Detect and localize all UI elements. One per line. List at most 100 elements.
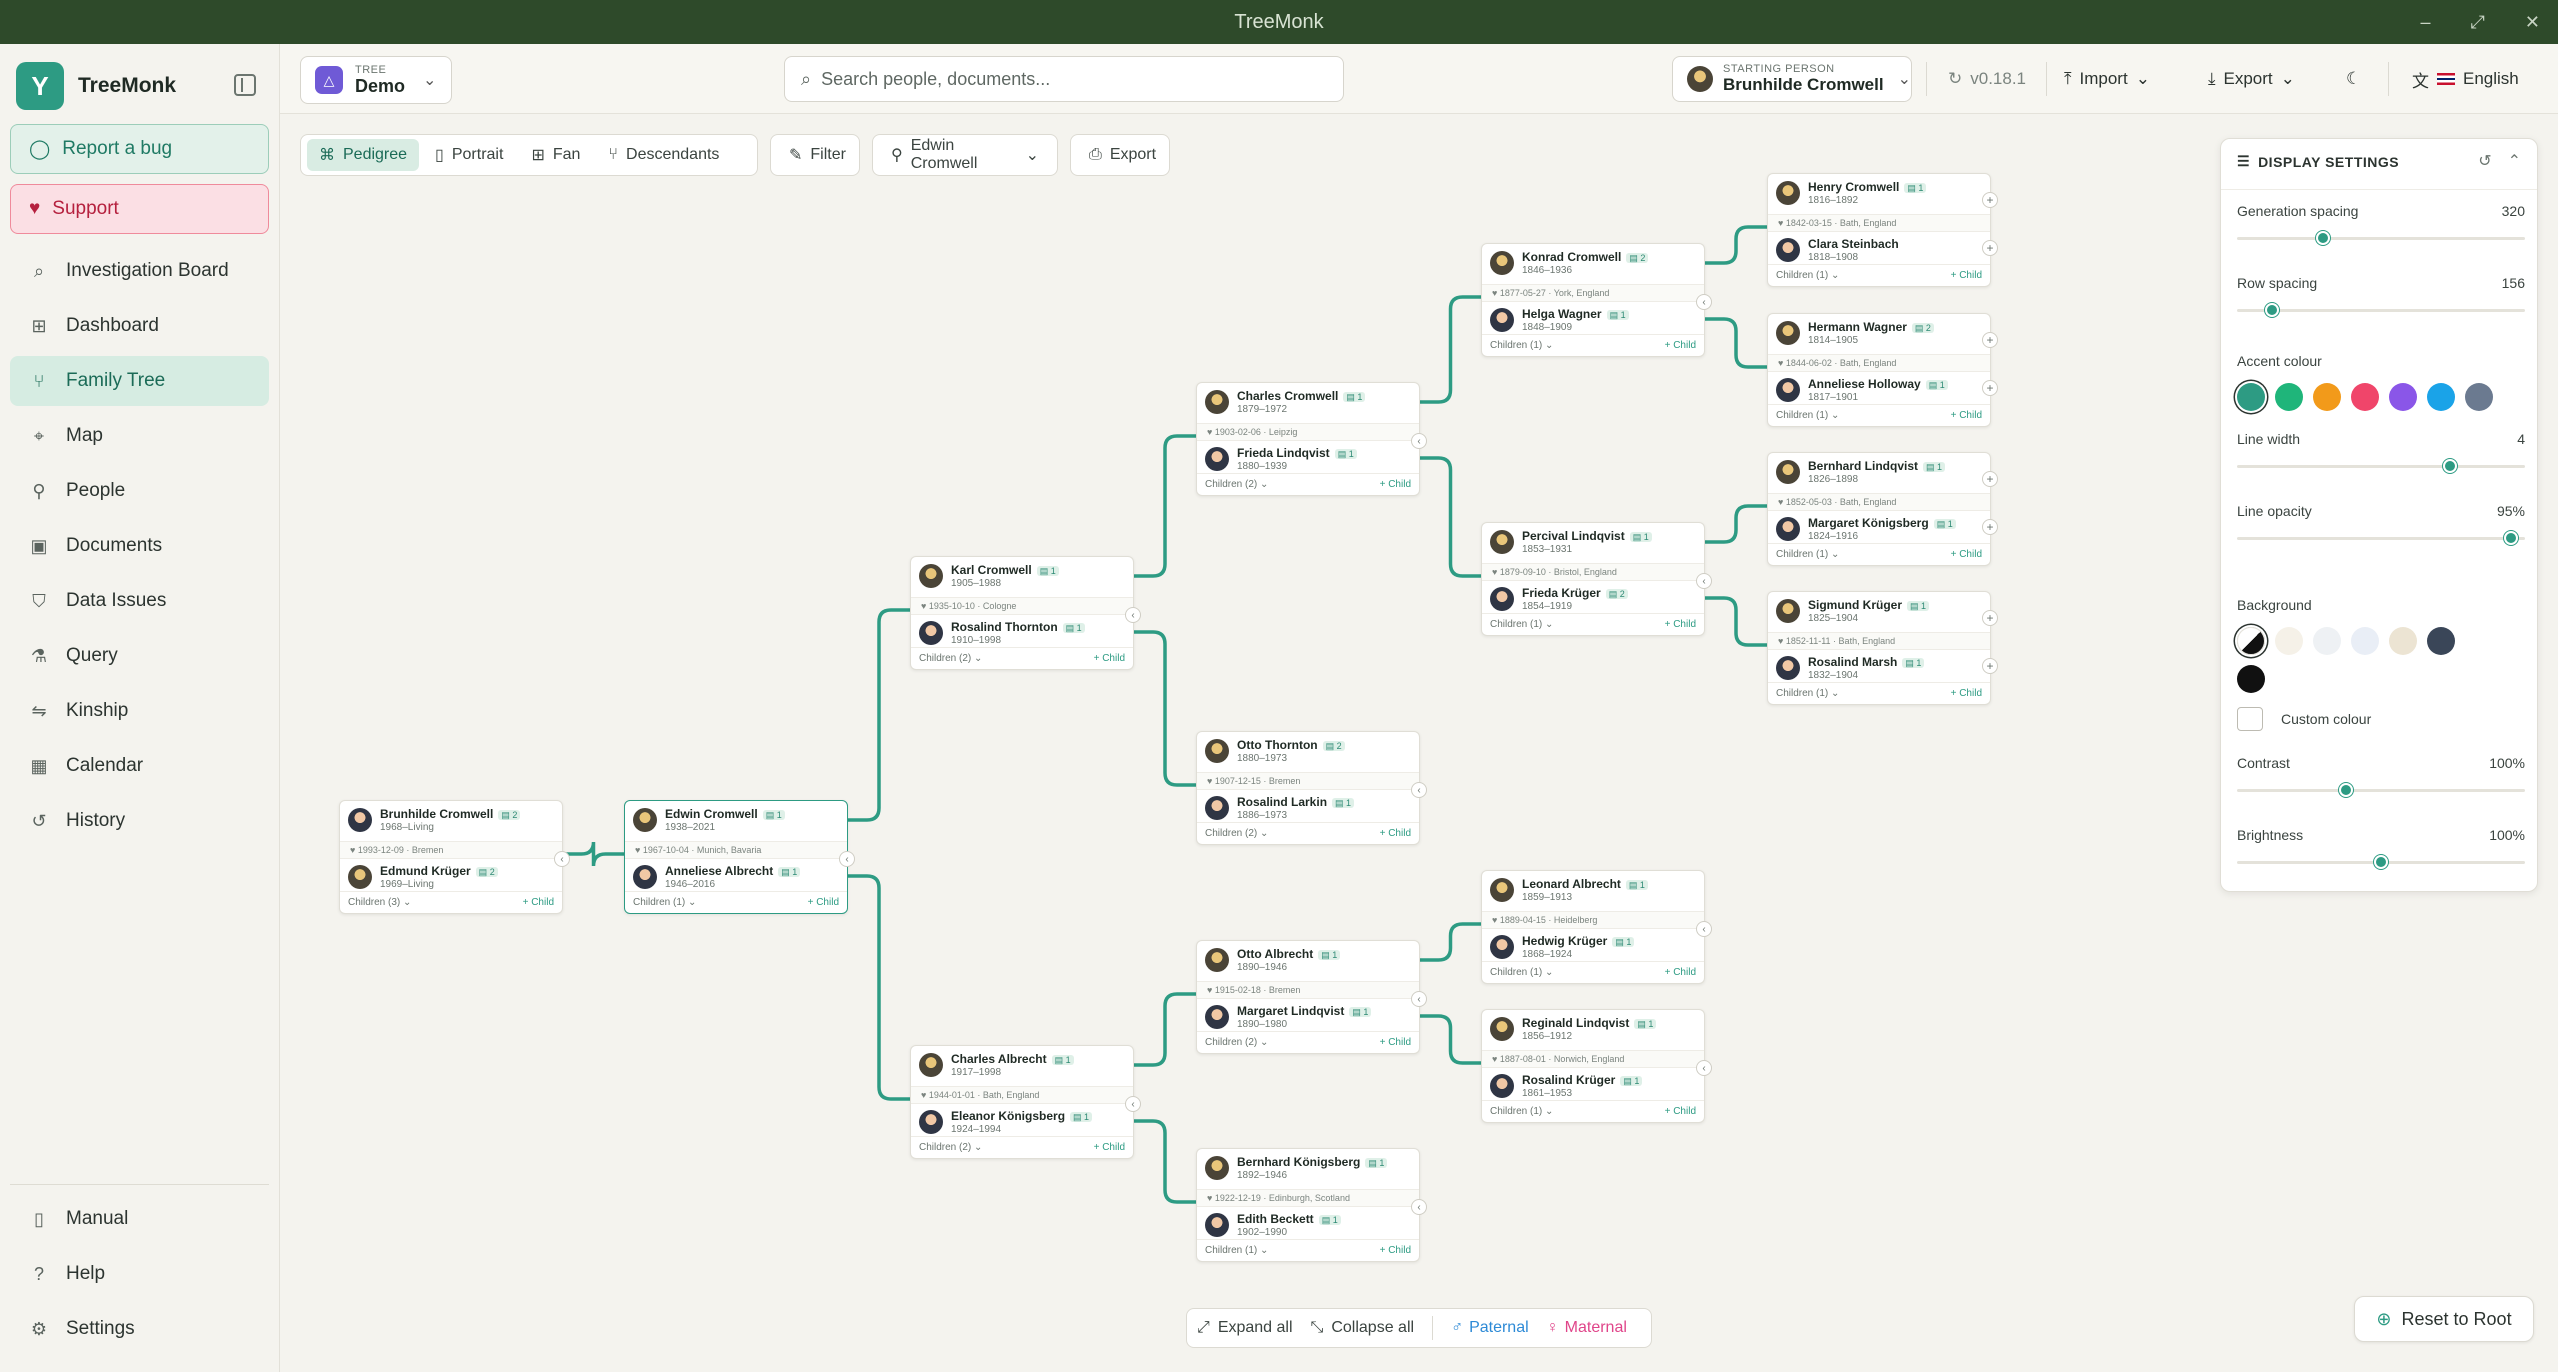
children-toggle[interactable]: Children (1) ⌄ (1776, 688, 1839, 699)
contrast-slider[interactable] (2237, 783, 2525, 797)
person-entry[interactable]: Karl Cromwell ▤ 1 1905–1988 (919, 563, 1059, 589)
person-entry[interactable]: Frieda Lindqvist ▤ 1 1880–1939 (1205, 446, 1357, 472)
children-toggle[interactable]: Children (2) ⌄ (919, 1142, 982, 1153)
couple-card[interactable]: Bernhard Königsberg ▤ 1 1892–1946 ♥ 1922-… (1196, 1148, 1427, 1262)
couple-card[interactable]: Karl Cromwell ▤ 1 1905–1988 ♥ 1935-10-10 … (910, 556, 1141, 670)
chevron-left-icon[interactable]: ‹ (554, 851, 570, 867)
slider-knob[interactable] (2264, 303, 2279, 317)
colour-swatch[interactable] (2351, 627, 2379, 655)
add-child-button[interactable]: + Child (1380, 1245, 1411, 1256)
person-entry[interactable]: Edwin Cromwell ▤ 1 1938–2021 (633, 807, 785, 833)
chevron-left-icon[interactable]: ‹ (839, 851, 855, 867)
sidebar-item-kinship[interactable]: ⇋ Kinship (10, 686, 269, 736)
children-toggle[interactable]: Children (1) ⌄ (1490, 967, 1553, 978)
couple-card[interactable]: Bernhard Lindqvist ▤ 1 1826–1898 ♥ 1852-0… (1767, 452, 1998, 566)
couple-card[interactable]: Konrad Cromwell ▤ 2 1846–1936 ♥ 1877-05-2… (1481, 243, 1712, 357)
brand[interactable]: Y TreeMonk (16, 62, 176, 110)
children-toggle[interactable]: Children (1) ⌄ (1776, 410, 1839, 421)
chevron-left-icon[interactable]: ‹ (1125, 607, 1141, 623)
add-parent-icon[interactable]: + (1982, 380, 1998, 396)
chevron-left-icon[interactable]: ‹ (1125, 1096, 1141, 1112)
export-tree-button[interactable]: ⎙ Export (1070, 134, 1170, 176)
person-entry[interactable]: Henry Cromwell ▤ 1 1816–1892 (1776, 180, 1927, 206)
sidebar-item-map[interactable]: ⌖ Map (10, 411, 269, 461)
children-toggle[interactable]: Children (2) ⌄ (919, 653, 982, 664)
chevron-left-icon[interactable]: ‹ (1411, 433, 1427, 449)
add-parent-icon[interactable]: + (1982, 332, 1998, 348)
chevron-left-icon[interactable]: ‹ (1696, 921, 1712, 937)
person-entry[interactable]: Rosalind Krüger ▤ 1 1861–1953 (1490, 1073, 1643, 1099)
theme-toggle-button[interactable]: ☾ (2346, 56, 2361, 102)
person-entry[interactable]: Sigmund Krüger ▤ 1 1825–1904 (1776, 598, 1930, 624)
person-entry[interactable]: Percival Lindqvist ▤ 1 1853–1931 (1490, 529, 1652, 555)
sidebar-item-settings[interactable]: ⚙ Settings (10, 1304, 269, 1354)
custom-colour-checkbox[interactable] (2237, 707, 2263, 731)
slider-knob[interactable] (2443, 459, 2458, 473)
chevron-left-icon[interactable]: ‹ (1411, 1199, 1427, 1215)
couple-card[interactable]: Otto Albrecht ▤ 1 1890–1946 ♥ 1915-02-18 … (1196, 940, 1427, 1054)
add-parent-icon[interactable]: + (1982, 610, 1998, 626)
person-focus-selector[interactable]: ⚲ Edwin Cromwell ⌄ (872, 134, 1058, 176)
couple-card[interactable]: Brunhilde Cromwell ▤ 2 1968–Living ♥ 1993… (339, 800, 570, 914)
children-toggle[interactable]: Children (3) ⌄ (348, 897, 411, 908)
couple-card[interactable]: Hermann Wagner ▤ 2 1814–1905 ♥ 1844-06-02… (1767, 313, 1998, 427)
add-child-button[interactable]: + Child (1951, 688, 1982, 699)
sidebar-item-history[interactable]: ↺ History (10, 796, 269, 846)
person-entry[interactable]: Rosalind Marsh ▤ 1 1832–1904 (1776, 655, 1925, 681)
minimize-icon[interactable]: – (2420, 12, 2430, 33)
person-entry[interactable]: Bernhard Lindqvist ▤ 1 1826–1898 (1776, 459, 1946, 485)
sidebar-item-documents[interactable]: ▣ Documents (10, 521, 269, 571)
starting-person-selector[interactable]: STARTING PERSON Brunhilde Cromwell ⌄ (1672, 56, 1912, 102)
reset-settings-icon[interactable]: ↺ (2478, 151, 2491, 171)
children-toggle[interactable]: Children (2) ⌄ (1205, 1037, 1268, 1048)
couple-card[interactable]: Percival Lindqvist ▤ 1 1853–1931 ♥ 1879-0… (1481, 522, 1712, 636)
couple-card[interactable]: Reginald Lindqvist ▤ 1 1856–1912 ♥ 1887-0… (1481, 1009, 1712, 1123)
person-entry[interactable]: Rosalind Thornton ▤ 1 1910–1998 (919, 620, 1085, 646)
tab-descendants[interactable]: ⑂ Descendants (596, 139, 731, 171)
person-entry[interactable]: Charles Cromwell ▤ 1 1879–1972 (1205, 389, 1366, 415)
colour-swatch[interactable] (2389, 383, 2417, 411)
collapse-sidebar-icon[interactable] (234, 74, 256, 96)
language-selector[interactable]: 文 English (2412, 56, 2519, 102)
add-child-button[interactable]: + Child (1665, 967, 1696, 978)
chevron-up-icon[interactable]: ⌃ (2508, 151, 2521, 171)
children-toggle[interactable]: Children (1) ⌄ (633, 897, 696, 908)
slider-knob[interactable] (2316, 231, 2331, 245)
slider-knob[interactable] (2503, 531, 2518, 545)
reset-to-root-button[interactable]: ⊕ Reset to Root (2354, 1296, 2534, 1342)
person-entry[interactable]: Clara Steinbach 1818–1908 (1776, 237, 1899, 263)
person-entry[interactable]: Margaret Lindqvist ▤ 1 1890–1980 (1205, 1004, 1372, 1030)
children-toggle[interactable]: Children (1) ⌄ (1776, 270, 1839, 281)
line-opacity-slider[interactable] (2237, 531, 2525, 545)
person-entry[interactable]: Rosalind Larkin ▤ 1 1886–1973 (1205, 795, 1355, 821)
person-entry[interactable]: Otto Albrecht ▤ 1 1890–1946 (1205, 947, 1341, 973)
sidebar-item-dashboard[interactable]: ⊞ Dashboard (10, 301, 269, 351)
tab-portrait[interactable]: ▯ Portrait (423, 139, 515, 171)
sidebar-item-family-tree[interactable]: ⑂ Family Tree (10, 356, 269, 406)
sidebar-item-query[interactable]: ⚗ Query (10, 631, 269, 681)
filter-button[interactable]: ✎ Filter (770, 134, 860, 176)
sidebar-item-calendar[interactable]: ▦ Calendar (10, 741, 269, 791)
person-entry[interactable]: Margaret Königsberg ▤ 1 1824–1916 (1776, 516, 1956, 542)
row-spacing-slider[interactable] (2237, 303, 2525, 317)
generation-spacing-slider[interactable] (2237, 231, 2525, 245)
person-entry[interactable]: Anneliese Albrecht ▤ 1 1946–2016 (633, 864, 801, 890)
colour-swatch[interactable] (2465, 383, 2493, 411)
person-entry[interactable]: Helga Wagner ▤ 1 1848–1909 (1490, 307, 1629, 333)
tree-selector[interactable]: △ TREE Demo ⌄ (300, 56, 452, 104)
person-entry[interactable]: Reginald Lindqvist ▤ 1 1856–1912 (1490, 1016, 1657, 1042)
add-child-button[interactable]: + Child (1094, 1142, 1125, 1153)
colour-swatch[interactable] (2275, 383, 2303, 411)
add-child-button[interactable]: + Child (1380, 1037, 1411, 1048)
export-menu-button[interactable]: ⤓ Export ⌄ (2208, 56, 2295, 102)
person-entry[interactable]: Charles Albrecht ▤ 1 1917–1998 (919, 1052, 1074, 1078)
couple-card[interactable]: Sigmund Krüger ▤ 1 1825–1904 ♥ 1852-11-11… (1767, 591, 1998, 705)
person-entry[interactable]: Anneliese Holloway ▤ 1 1817–1901 (1776, 377, 1948, 403)
sidebar-item-help[interactable]: ? Help (10, 1249, 269, 1299)
colour-swatch[interactable] (2275, 627, 2303, 655)
colour-swatch[interactable] (2313, 383, 2341, 411)
add-child-button[interactable]: + Child (1951, 270, 1982, 281)
colour-swatch[interactable] (2237, 665, 2265, 693)
person-entry[interactable]: Edith Beckett ▤ 1 1902–1990 (1205, 1212, 1341, 1238)
add-child-button[interactable]: + Child (1094, 653, 1125, 664)
